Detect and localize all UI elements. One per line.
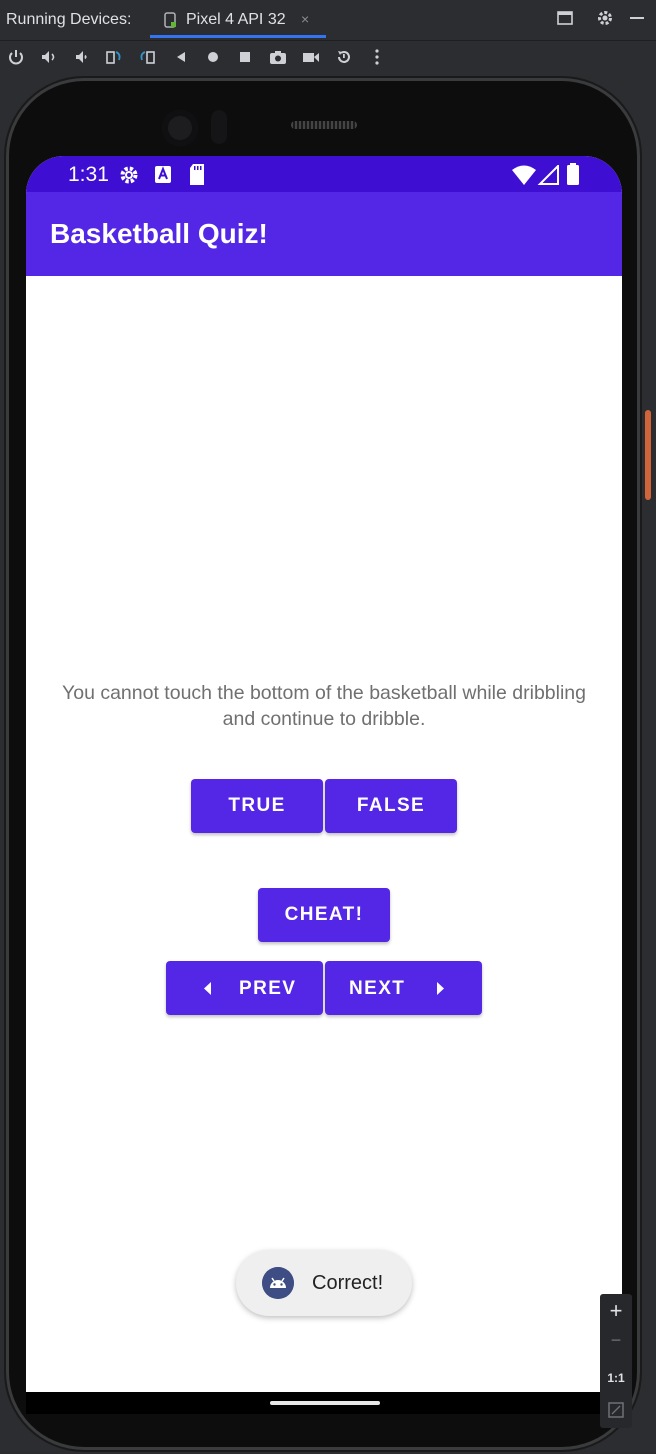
android-app-icon xyxy=(262,1267,294,1299)
zoom-out-button[interactable]: − xyxy=(600,1330,632,1351)
sd-card-icon xyxy=(190,164,204,185)
power-icon[interactable] xyxy=(7,48,25,66)
front-camera xyxy=(162,110,198,146)
false-button[interactable]: FALSE xyxy=(325,779,457,833)
running-devices-label: Running Devices: xyxy=(6,11,132,28)
home-icon[interactable] xyxy=(204,48,222,66)
next-label: NEXT xyxy=(349,978,406,999)
status-bar: 1:31 xyxy=(26,156,622,192)
tab-pixel-4-api-32[interactable]: Pixel 4 API 32 × xyxy=(150,0,326,38)
screen-record-icon[interactable] xyxy=(302,48,320,66)
side-power-button[interactable] xyxy=(645,410,651,500)
fit-screen-icon[interactable] xyxy=(608,1402,624,1418)
volume-up-icon[interactable] xyxy=(40,48,58,66)
battery-icon xyxy=(567,163,579,185)
more-icon[interactable] xyxy=(368,48,386,66)
app-bar: Basketball Quiz! xyxy=(26,192,622,276)
app-title: Basketball Quiz! xyxy=(50,218,268,249)
toast-message: Correct! xyxy=(236,1250,412,1316)
device-icon xyxy=(164,12,176,28)
screenshot-icon[interactable] xyxy=(269,48,287,66)
chevron-left-icon xyxy=(204,982,211,995)
true-button[interactable]: TRUE xyxy=(191,779,323,833)
back-icon[interactable] xyxy=(172,48,190,66)
question-text: You cannot touch the bottom of the baske… xyxy=(62,682,586,730)
active-tab-indicator xyxy=(150,35,326,38)
zoom-controls: + − 1:1 xyxy=(600,1294,632,1428)
earpiece-speaker xyxy=(291,121,357,129)
settings-icon[interactable] xyxy=(596,9,614,27)
ide-tab-bar: Running Devices: Pixel 4 API 32 × xyxy=(0,0,656,40)
proximity-sensor xyxy=(211,110,227,144)
tab-close-icon[interactable]: × xyxy=(301,11,309,27)
cheat-button[interactable]: CHEAT! xyxy=(258,888,390,942)
reset-icon[interactable] xyxy=(335,48,353,66)
minimize-icon[interactable] xyxy=(628,9,646,27)
settings-notification-icon xyxy=(120,166,138,184)
chevron-right-icon xyxy=(437,982,444,995)
gesture-nav-handle[interactable] xyxy=(270,1401,380,1405)
rotate-right-icon[interactable] xyxy=(138,48,156,66)
prev-button[interactable]: PREV xyxy=(166,961,323,1015)
rotate-left-icon[interactable] xyxy=(105,48,123,66)
status-time: 1:31 xyxy=(68,163,109,186)
maximize-icon[interactable] xyxy=(556,9,574,27)
device-toolbar xyxy=(0,40,656,73)
wifi-icon xyxy=(512,165,536,185)
prev-label: PREV xyxy=(239,978,297,999)
zoom-in-button[interactable]: + xyxy=(600,1298,632,1324)
device-screen: 1:31 Basketball Quiz! You cannot touch t… xyxy=(26,156,622,1392)
cellular-signal-icon xyxy=(537,165,559,185)
overview-icon[interactable] xyxy=(236,48,254,66)
toast-text: Correct! xyxy=(312,1272,384,1294)
zoom-actual-size-button[interactable]: 1:1 xyxy=(600,1371,632,1385)
volume-down-icon[interactable] xyxy=(73,48,91,66)
keyboard-a-icon xyxy=(155,166,171,183)
device-tab-label: Pixel 4 API 32 xyxy=(186,11,286,28)
next-button[interactable]: NEXT xyxy=(325,961,482,1015)
